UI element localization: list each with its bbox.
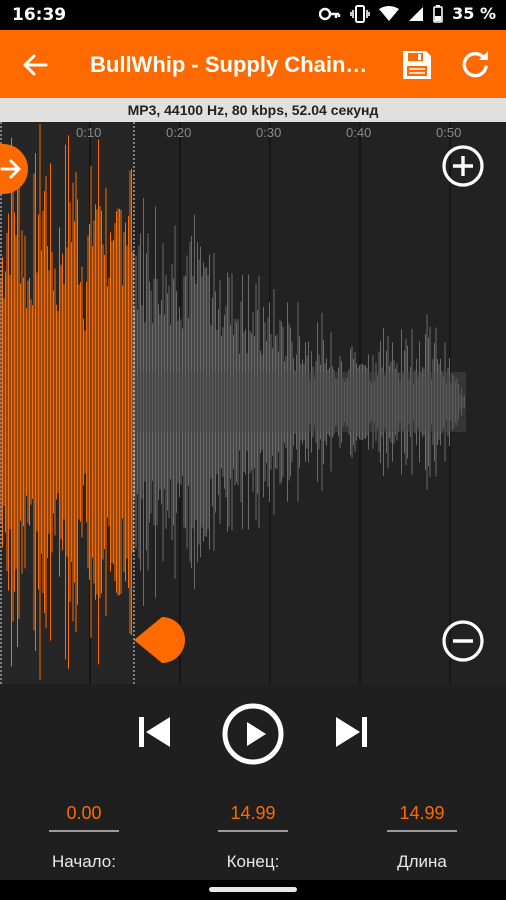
playback-controls: 0.00 Начало: 14.99 Конец: 14.99 Длина [0, 684, 506, 880]
vibrate-icon [350, 4, 370, 23]
status-icons: 35 % [319, 4, 496, 23]
audio-info: MP3, 44100 Hz, 80 kbps, 52.04 секунд [0, 98, 506, 122]
waveform-core [134, 372, 466, 432]
length-field-underline [387, 830, 457, 832]
status-time: 16:39 [12, 5, 67, 25]
length-label: Длина [397, 852, 447, 871]
arrow-back-icon[interactable] [20, 50, 50, 80]
time-tick-label: 0:20 [166, 125, 192, 140]
save-icon[interactable] [400, 48, 434, 82]
waveform-area[interactable]: 0:10 0:20 0:30 0:40 0:50 [0, 122, 506, 684]
start-label: Начало: [52, 852, 116, 871]
app-bar: BullWhip - Supply Chain… [0, 30, 506, 98]
end-marker[interactable] [134, 616, 192, 664]
key-icon [319, 7, 341, 20]
start-marker[interactable] [0, 144, 28, 194]
home-gesture-handle[interactable] [209, 887, 297, 892]
end-field-underline [218, 830, 288, 832]
start-time-field[interactable]: 0.00 [49, 803, 119, 824]
skip-previous-icon[interactable] [136, 714, 172, 750]
end-time-field[interactable]: 14.99 [218, 803, 288, 824]
time-tick-label: 0:30 [256, 125, 282, 140]
play-icon[interactable] [221, 702, 285, 766]
length-field[interactable]: 14.99 [387, 803, 457, 824]
start-field-underline [49, 830, 119, 832]
waveform[interactable] [0, 122, 506, 684]
wifi-icon [379, 5, 400, 21]
track-title: BullWhip - Supply Chain… [90, 52, 368, 77]
zoom-in-icon[interactable] [441, 144, 485, 188]
zoom-out-icon[interactable] [441, 619, 485, 663]
signal-icon [409, 6, 424, 21]
time-tick-label: 0:10 [76, 125, 102, 140]
skip-next-icon[interactable] [334, 714, 370, 750]
reset-icon[interactable] [458, 48, 492, 82]
end-label: Конец: [226, 852, 280, 871]
battery-icon [433, 4, 443, 23]
time-tick-label: 0:50 [436, 125, 462, 140]
status-bar: 16:39 35 % [0, 0, 506, 30]
battery-percent: 35 % [452, 4, 496, 23]
time-tick-label: 0:40 [346, 125, 372, 140]
navigation-bar [0, 880, 506, 900]
